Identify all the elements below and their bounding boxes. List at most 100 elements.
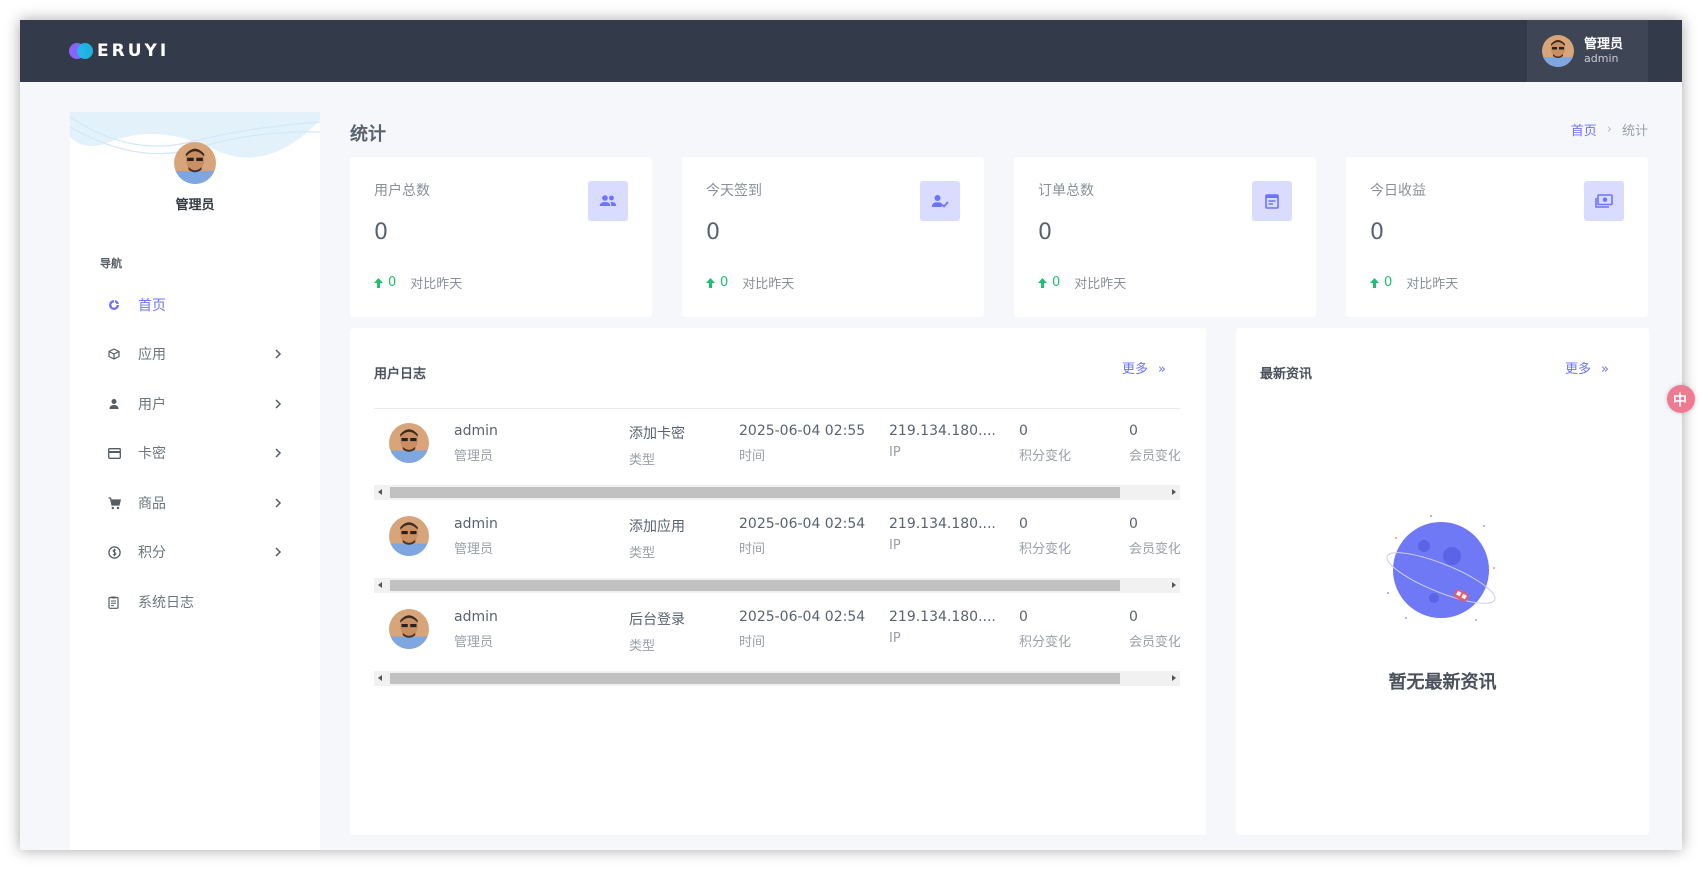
scrollbar-thumb[interactable] [390,487,1120,498]
chevron-right-icon [275,448,282,458]
trend-up-indicator: 0 [1370,275,1392,290]
log-ip-label: IP [889,445,901,460]
floating-language-button[interactable]: 中 [1667,385,1695,413]
arrow-up-icon [706,277,715,288]
sidebar-item-products[interactable]: 商品 [70,483,320,523]
breadcrumb-current: 统计 [1621,124,1648,139]
log-time-label: 时间 [739,542,766,557]
horizontal-scrollbar[interactable] [374,578,1180,593]
sidebar-item-system-log[interactable]: 系统日志 [70,582,320,622]
money-icon [1584,181,1624,221]
trend-up-indicator: 0 [374,275,396,290]
log-type-label: 类型 [629,453,656,468]
logo[interactable]: ERUYI [69,39,169,63]
coin-icon [106,544,122,560]
avatar [1542,35,1574,67]
log-type-label: 类型 [629,639,656,654]
dashboard-icon [106,297,122,313]
breadcrumb-home-link[interactable]: 首页 [1571,120,1597,139]
log-points-label: 积分变化 [1019,635,1072,650]
user-log-card: 用户日志 更多 » admin 管理员 添加卡密 类型 2025-06-04 02:5… [350,328,1206,835]
double-chevron-icon: » [1601,362,1609,377]
stat-title: 今天签到 [706,183,762,199]
scroll-left-icon[interactable] [378,675,382,681]
sidebar-profile-name: 管理员 [175,198,215,213]
avatar [389,423,429,463]
sidebar-item-label: 商品 [138,496,166,512]
log-ip: 219.134.180.... [889,423,996,439]
list-item: admin 管理员 添加应用 类型 2025-06-04 02:54 时间 219.1… [374,502,1180,595]
log-role: 管理员 [454,635,494,650]
scrollbar-thumb[interactable] [390,580,1120,591]
topbar: ERUYI 管理员 admin [20,20,1682,82]
stat-delta: 0 [1052,275,1061,290]
log-user: admin [454,609,498,625]
log-member: 0 [1129,516,1138,532]
more-link[interactable]: 更多 » [1122,358,1166,377]
cube-icon [106,346,122,362]
log-points: 0 [1019,609,1028,625]
sidebar: 管理员 导航 首页 应用 用户 卡密 商品 积分 系统日志 [70,112,320,850]
log-ip: 219.134.180.... [889,609,996,625]
app-window: ERUYI 管理员 admin 管理员 导航 首页 应用 用户 卡密 商品 积分… [20,20,1682,850]
order-icon [1252,181,1292,221]
stat-title: 用户总数 [374,183,430,199]
users-icon [588,181,628,221]
log-time: 2025-06-04 02:54 [739,516,866,532]
log-type: 添加应用 [629,519,685,535]
scroll-right-icon[interactable] [1172,489,1176,495]
sidebar-item-cards[interactable]: 卡密 [70,433,320,473]
stat-delta: 0 [388,275,397,290]
log-ip-label: IP [889,631,901,646]
log-points: 0 [1019,423,1028,439]
user-name: 管理员 [1584,36,1624,52]
floating-button-glyph: 中 [1673,393,1687,409]
log-member-label: 会员变化 [1129,635,1180,650]
horizontal-scrollbar[interactable] [374,671,1180,686]
stat-value: 0 [1370,220,1384,245]
log-user: admin [454,516,498,532]
stat-value: 0 [374,220,388,245]
sidebar-item-home[interactable]: 首页 [70,285,320,325]
sidebar-item-points[interactable]: 积分 [70,532,320,572]
sidebar-item-label: 首页 [138,298,166,314]
breadcrumb-separator-icon: › [1606,122,1612,137]
horizontal-scrollbar[interactable] [374,485,1180,500]
log-points: 0 [1019,516,1028,532]
empty-state-text: 暂无最新资讯 [1388,672,1497,693]
stat-value: 0 [706,220,720,245]
arrow-up-icon [1370,277,1379,288]
stat-card-today-revenue: 今日收益 0 0 对比昨天 [1346,157,1648,317]
more-link-label: 更多 [1565,362,1592,377]
log-role: 管理员 [454,542,494,557]
sidebar-item-users[interactable]: 用户 [70,384,320,424]
log-member-label: 会员变化 [1129,449,1180,464]
cart-icon [106,495,122,511]
sidebar-item-apps[interactable]: 应用 [70,334,320,374]
log-time-label: 时间 [739,449,766,464]
scroll-left-icon[interactable] [378,489,382,495]
log-ip-label: IP [889,538,901,553]
user-menu[interactable]: 管理员 admin [1527,20,1648,82]
stat-compare-label: 对比昨天 [742,277,795,292]
log-member: 0 [1129,609,1138,625]
sidebar-avatar[interactable] [174,142,216,184]
more-link[interactable]: 更多 » [1565,358,1609,377]
log-user: admin [454,423,498,439]
log-type: 添加卡密 [629,426,685,442]
scrollbar-thumb[interactable] [390,673,1120,684]
avatar [389,516,429,556]
scroll-left-icon[interactable] [378,582,382,588]
trend-up-indicator: 0 [1038,275,1060,290]
arrow-up-icon [1038,277,1047,288]
stat-delta: 0 [1384,275,1393,290]
log-type-label: 类型 [629,546,656,561]
sidebar-item-label: 卡密 [138,446,166,462]
stat-card-total-orders: 订单总数 0 0 对比昨天 [1014,157,1316,317]
scroll-right-icon[interactable] [1172,675,1176,681]
chevron-right-icon [275,547,282,557]
log-points-label: 积分变化 [1019,449,1072,464]
scroll-right-icon[interactable] [1172,582,1176,588]
list-item: admin 管理员 后台登录 类型 2025-06-04 02:54 时间 219.1… [374,595,1180,688]
card-icon [106,445,122,461]
